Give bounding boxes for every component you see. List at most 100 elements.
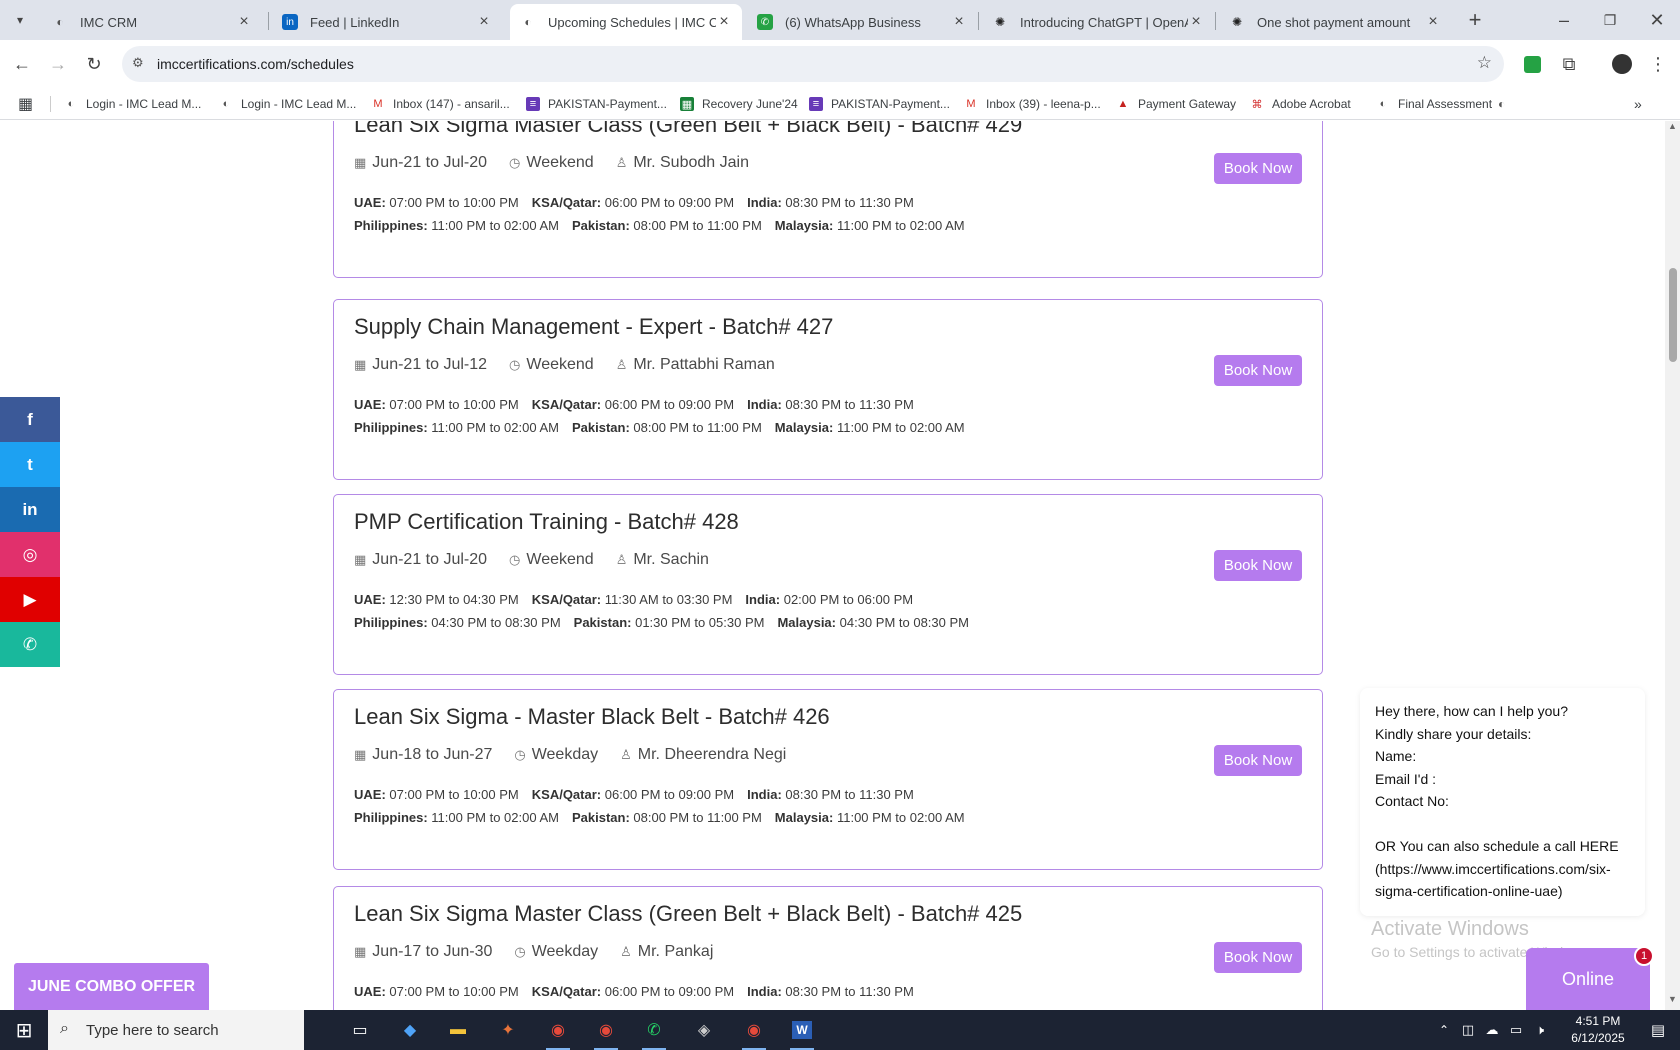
bookmark-star-icon[interactable]: ☆ <box>1477 53 1492 73</box>
bookmark-item[interactable]: ⌘ Adobe Acrobat <box>1250 94 1351 114</box>
openai-icon: ✺ <box>1231 15 1243 29</box>
twitter-icon[interactable]: t <box>0 442 60 487</box>
tab-title: Feed | LinkedIn <box>310 14 400 30</box>
close-tab-icon[interactable]: × <box>1425 13 1441 31</box>
back-icon[interactable]: ← <box>10 52 34 76</box>
close-tab-icon[interactable]: × <box>1188 13 1204 31</box>
bookmark-item[interactable]: ◐ Final Assessment <box>1376 94 1492 114</box>
meet-now-icon[interactable]: ◫ <box>1456 1014 1480 1046</box>
whatsapp-icon[interactable]: ✆ <box>0 622 60 667</box>
close-tab-icon[interactable]: × <box>951 13 967 31</box>
volume-icon[interactable]: 🕨 <box>1528 1014 1552 1046</box>
word-icon[interactable]: W <box>780 1014 824 1050</box>
book-now-button[interactable]: Book Now <box>1214 942 1302 973</box>
bookmark-item[interactable]: M Inbox (147) - ansaril... <box>371 94 509 114</box>
network-icon[interactable]: ▭ <box>1504 1014 1528 1046</box>
forms-icon: ≡ <box>526 97 540 111</box>
taskbar-search-box[interactable]: ⌕ Type here to search <box>48 1010 304 1050</box>
whatsapp-icon[interactable]: ✆ <box>632 1014 676 1050</box>
forward-icon[interactable]: → <box>46 52 70 76</box>
browser-tab[interactable]: ✺ One shot payment amount × <box>1219 4 1451 40</box>
timezone-label: KSA/Qatar: <box>531 195 602 210</box>
bookmark-item[interactable]: ▲ Payment Gateway <box>1116 94 1237 114</box>
linkedin-icon[interactable]: in <box>0 487 60 532</box>
onedrive-icon[interactable]: ☁ <box>1480 1014 1504 1046</box>
copilot-icon[interactable]: ◆ <box>388 1014 432 1046</box>
notifications-icon[interactable]: ▤ <box>1638 1014 1678 1046</box>
file-explorer-icon[interactable]: ▬ <box>436 1014 480 1046</box>
profile-avatar[interactable] <box>1610 52 1634 76</box>
course-type: ◷ Weekend <box>509 551 594 569</box>
timezone-time: 06:00 PM to 09:00 PM <box>604 787 735 802</box>
browser-tab[interactable]: ◐ Upcoming Schedules | IMC Certi× <box>510 4 742 40</box>
timezone-time: 08:30 PM to 11:30 PM <box>785 984 914 999</box>
tab-search-icon[interactable]: ▾ <box>8 8 32 32</box>
bookmark-item[interactable]: ◐ Login - IMC Lead M... <box>64 94 202 114</box>
timezone-uae: UAE: 12:30 PM to 04:30 PM <box>354 592 519 607</box>
tab-title: Introducing ChatGPT | OpenAI <box>1020 14 1188 30</box>
book-now-button[interactable]: Book Now <box>1214 745 1302 776</box>
timezone-time: 07:00 PM to 10:00 PM <box>389 984 519 999</box>
timezone-pakistan: Pakistan: 01:30 PM to 05:30 PM <box>574 615 765 630</box>
book-now-button[interactable]: Book Now <box>1214 153 1302 184</box>
course-dates: ▦ Jun-18 to Jun-27 <box>354 746 492 764</box>
more-bookmarks-icon[interactable]: » <box>1634 94 1642 114</box>
tray-chevron-icon[interactable]: ⌃ <box>1432 1014 1456 1046</box>
extensions-icon[interactable]: ⧉ <box>1557 52 1581 76</box>
new-tab-button[interactable]: + <box>1463 7 1487 32</box>
timezone-uae: UAE: 07:00 PM to 10:00 PM <box>354 397 519 412</box>
chrome-icon[interactable]: ◉ <box>536 1014 580 1050</box>
course-card: Supply Chain Management - Expert - Batch… <box>333 299 1323 480</box>
course-type: ◷ Weekday <box>514 746 598 764</box>
close-tab-icon[interactable]: × <box>476 13 492 31</box>
timezone-time: 08:00 PM to 11:00 PM <box>633 218 762 233</box>
app-icon[interactable]: ✦ <box>486 1014 530 1046</box>
browser-tab[interactable]: ✆ (6) WhatsApp Business × <box>747 4 977 40</box>
facebook-icon[interactable]: f <box>0 397 60 442</box>
browser-tab[interactable]: ✺ Introducing ChatGPT | OpenAI × <box>982 4 1214 40</box>
timezone-time: 11:00 PM to 02:00 AM <box>431 810 559 825</box>
reload-icon[interactable]: ↻ <box>82 52 106 76</box>
scroll-up-icon[interactable]: ▲ <box>1668 121 1677 131</box>
bookmark-item[interactable]: ▦ Recovery June'24 <box>680 94 798 114</box>
browser-tab[interactable]: ◐ IMC CRM × <box>42 4 262 40</box>
course-trainer: ♙ Mr. Pattabhi Raman <box>616 356 775 374</box>
close-tab-icon[interactable]: × <box>716 13 732 31</box>
system-clock[interactable]: 4:51 PM 6/12/2025 <box>1558 1013 1638 1047</box>
book-now-button[interactable]: Book Now <box>1214 550 1302 581</box>
task-view-icon[interactable]: ▭ <box>338 1014 382 1046</box>
bookmark-item[interactable]: ≡ PAKISTAN-Payment... <box>809 94 950 114</box>
site-info-icon[interactable]: ⚙ <box>132 55 144 71</box>
course-type-text: Weekend <box>526 551 594 568</box>
combo-offer-button[interactable]: JUNE COMBO OFFER <box>14 963 209 1010</box>
imc-logo-icon[interactable]: ◐ <box>1498 94 1505 114</box>
windows-start-icon[interactable]: ⊞ <box>2 1014 46 1046</box>
page-scrollbar[interactable]: ▲ ▼ <box>1665 121 1680 1010</box>
close-tab-icon[interactable]: × <box>236 13 252 31</box>
close-window-button[interactable]: ✕ <box>1645 8 1669 32</box>
scroll-down-icon[interactable]: ▼ <box>1668 994 1677 1004</box>
bookmark-item[interactable]: M Inbox (39) - leena-p... <box>964 94 1100 114</box>
clock-time: 4:51 PM <box>1575 1014 1621 1028</box>
minimize-button[interactable]: – <box>1552 8 1576 32</box>
course-title: Lean Six Sigma Master Class (Green Belt … <box>354 121 1023 137</box>
instagram-icon[interactable]: ◎ <box>0 532 60 577</box>
book-now-button[interactable]: Book Now <box>1214 355 1302 386</box>
chrome-icon[interactable]: ◉ <box>732 1014 776 1050</box>
chat-online-button[interactable]: Online <box>1526 948 1650 1010</box>
timezone-philippines: Philippines: 11:00 PM to 02:00 AM <box>354 218 559 233</box>
address-bar[interactable]: ⚙ imccertifications.com/schedules ☆ <box>122 46 1504 82</box>
scrollbar-thumb[interactable] <box>1669 268 1677 362</box>
bookmark-item[interactable]: ≡ PAKISTAN-Payment... <box>526 94 667 114</box>
user-icon: ♙ <box>615 357 628 372</box>
chrome-icon[interactable]: ◉ <box>584 1014 628 1050</box>
bookmark-item[interactable]: ◐ Login - IMC Lead M... <box>219 94 357 114</box>
timezone-time: 04:30 PM to 08:30 PM <box>839 615 969 630</box>
restore-button[interactable]: ❐ <box>1598 8 1622 32</box>
apps-icon[interactable]: ▦ <box>18 94 33 114</box>
menu-icon[interactable]: ⋮ <box>1646 52 1670 76</box>
whatsapp-extension-icon[interactable] <box>1520 52 1544 76</box>
browser-tab[interactable]: in Feed | LinkedIn × <box>272 4 502 40</box>
youtube-icon[interactable]: ▶ <box>0 577 60 622</box>
app-icon[interactable]: ◈ <box>682 1014 726 1046</box>
